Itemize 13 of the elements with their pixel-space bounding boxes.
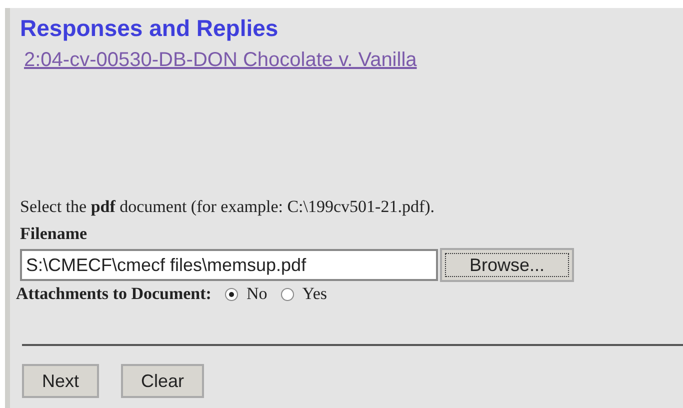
browse-button[interactable]: Browse... [440,248,574,282]
radio-button[interactable] [281,288,294,300]
attachments-label: Attachments to Document: [16,283,212,305]
case-link[interactable]: 2:04-cv-00530-DB-DON Chocolate v. Vanilla [24,49,417,71]
filename-label: Filename [20,224,88,243]
filename-field[interactable]: S:\CMECF\cmecf files\memsup.pdf [20,249,438,281]
instruction-text: Select the pdf document (for example: C:\199cv501-21.pdf). [20,196,435,218]
radio-button[interactable] [225,288,238,300]
page-title: Responses and Replies [20,14,278,42]
clear-button[interactable]: Clear [121,364,204,398]
radio-label: No [246,283,268,305]
next-button[interactable]: Next [22,364,100,398]
radio-label: Yes [302,283,327,305]
